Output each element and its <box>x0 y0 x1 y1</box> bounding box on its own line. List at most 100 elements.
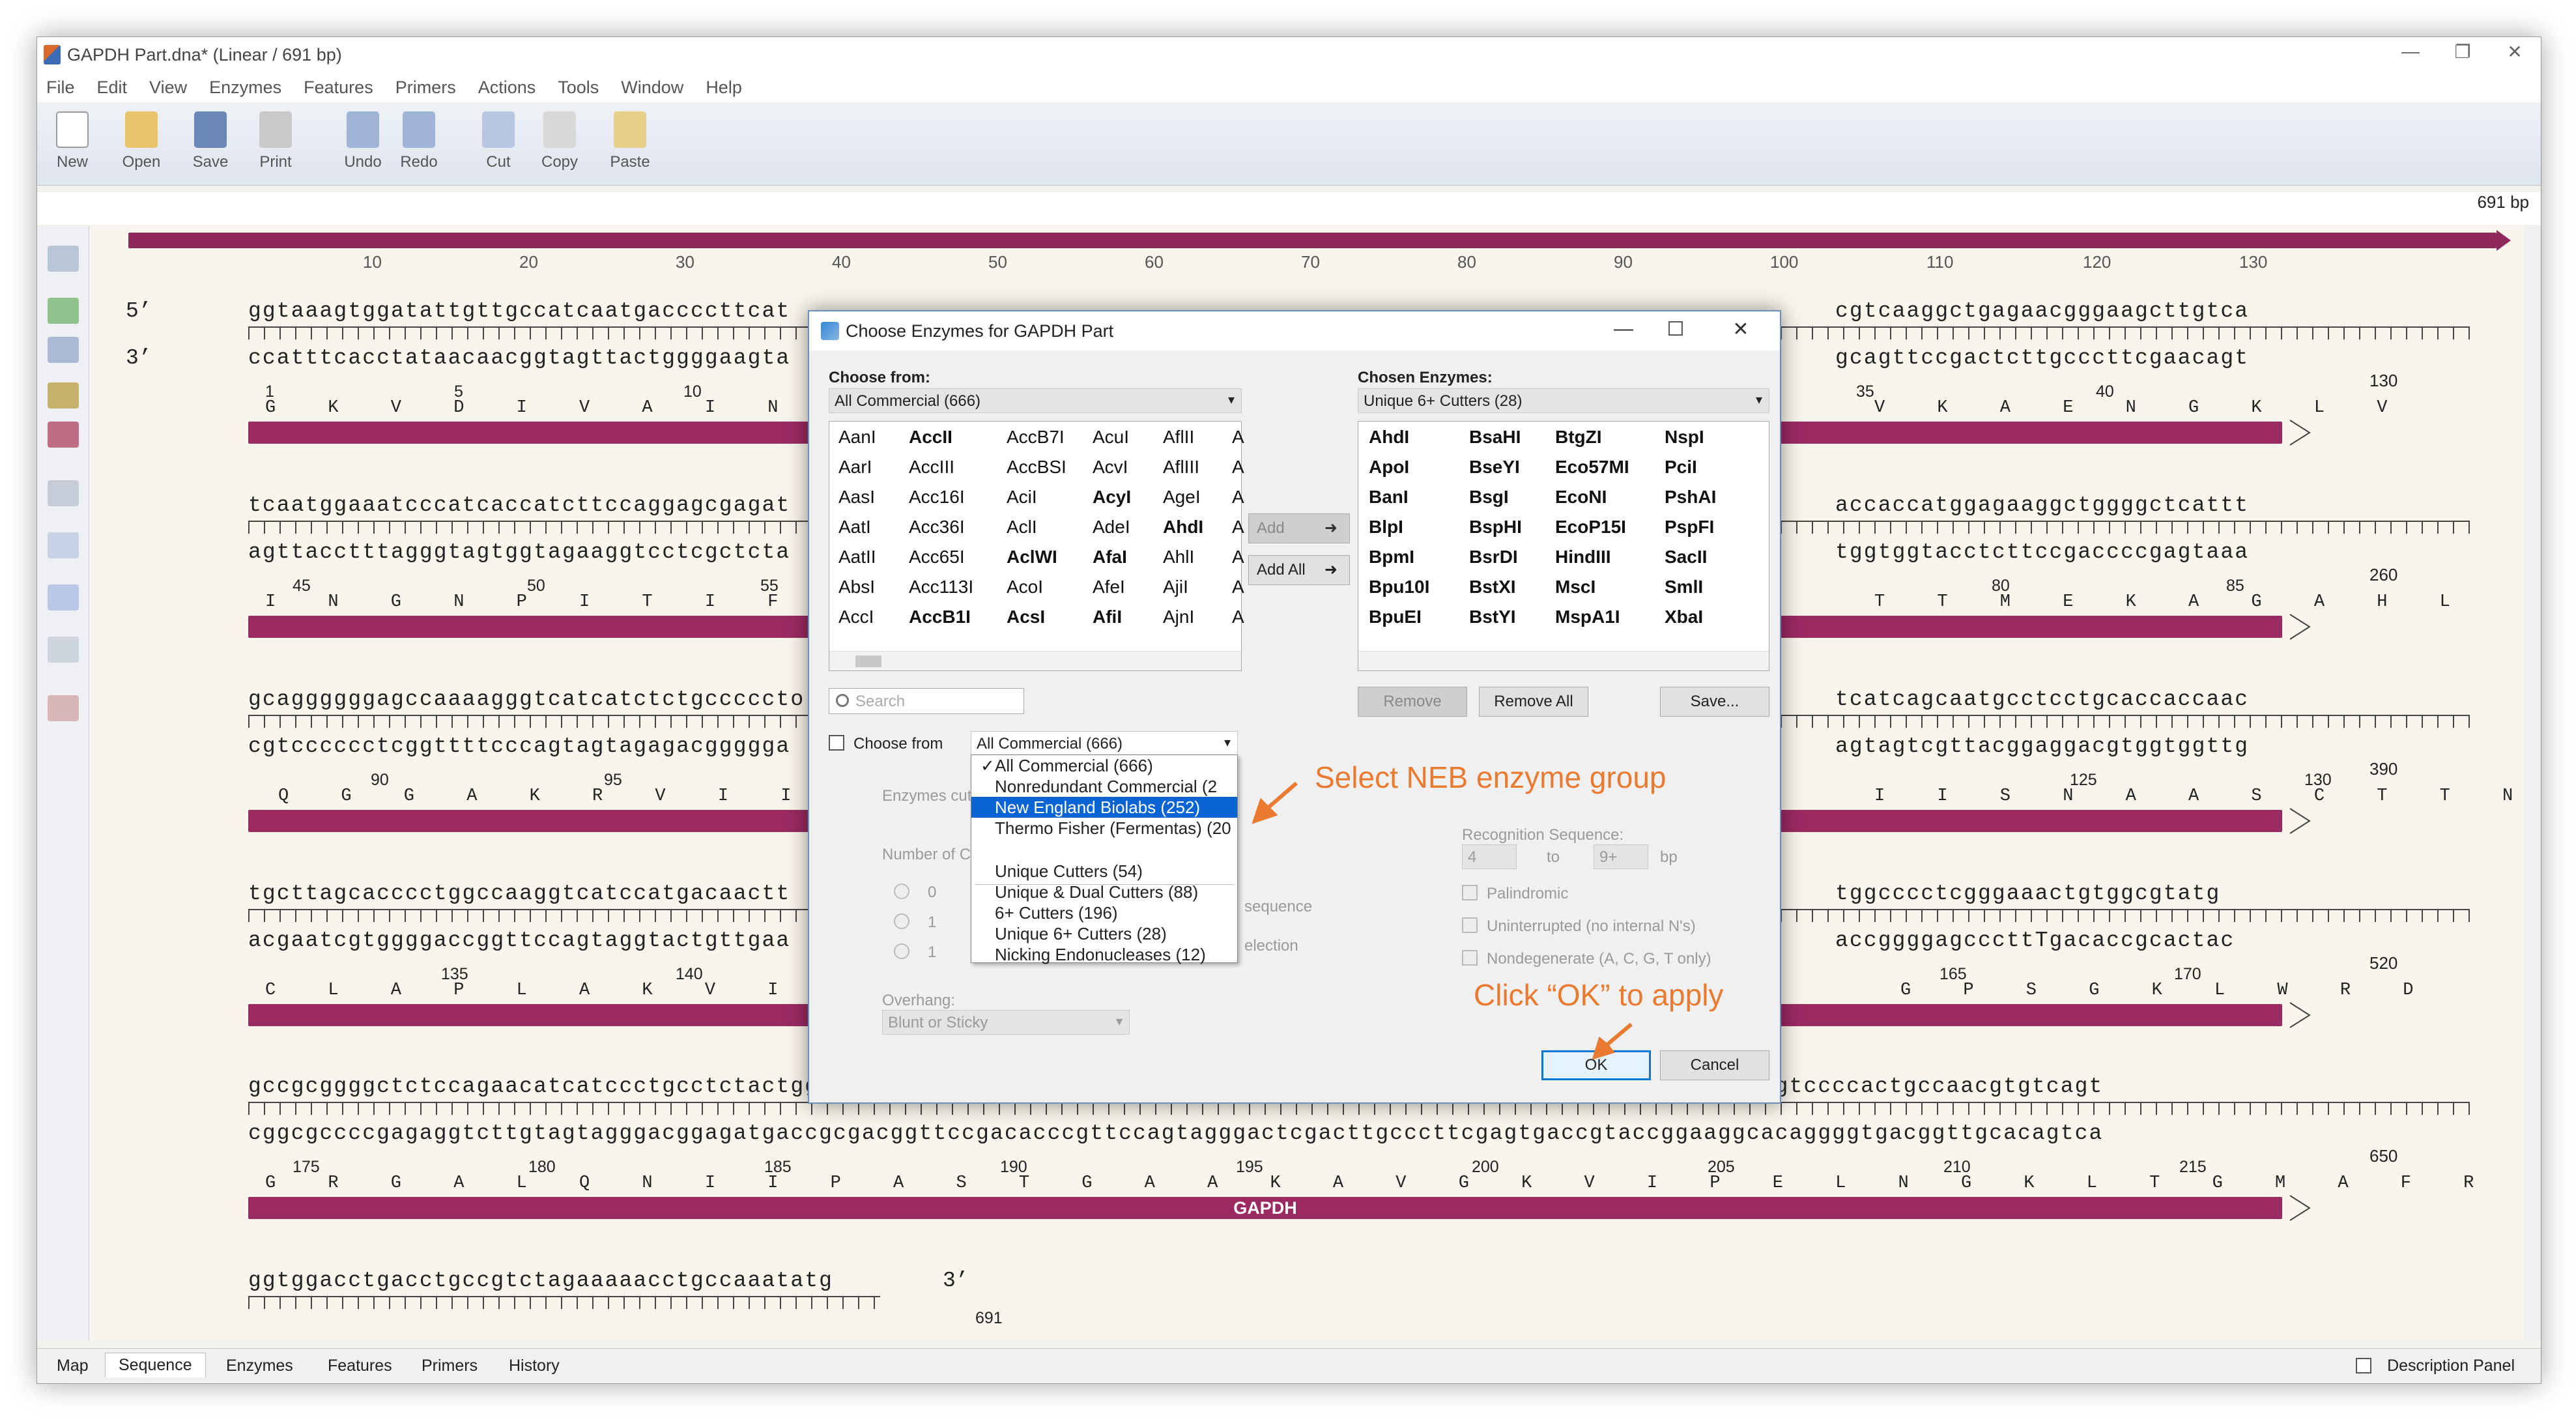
new-button[interactable]: New <box>46 111 98 171</box>
enzyme-item[interactable]: AccIII <box>909 457 954 478</box>
seq-bot-1[interactable]: ccatttcacctataacaacggtagttactggggaagta <box>248 346 790 370</box>
enzyme-item[interactable]: AcuI <box>1093 427 1129 448</box>
ruler-tool-icon[interactable] <box>48 480 79 506</box>
print-button[interactable]: Print <box>250 111 302 171</box>
enzyme-group-option[interactable]: 6+ Cutters (196) <box>971 902 1237 923</box>
tab-sequence[interactable]: Sequence <box>105 1353 206 1377</box>
enzyme-item[interactable]: AhdI <box>1163 517 1203 538</box>
seq-bot-3b[interactable]: agtagtcgttacggaggacgtggtggttg <box>1835 734 2249 758</box>
dialog-maximize-icon[interactable]: ☐ <box>1656 318 1695 341</box>
enzyme-item[interactable]: AbsI <box>838 577 875 597</box>
choose-from-dropdown[interactable]: All Commercial (666) ▾ <box>829 388 1242 413</box>
chosen-set-dropdown[interactable]: Unique 6+ Cutters (28) ▾ <box>1358 388 1769 413</box>
enzyme-group-option[interactable]: Nicking Endonucleases (12) <box>971 944 1237 965</box>
enzyme-group-option[interactable]: Unique Cutters (54) <box>971 861 1237 882</box>
chosen-enzyme-item[interactable]: EcoNI <box>1555 487 1607 508</box>
enzyme-group-option[interactable]: Nonredundant Commercial (2 <box>971 776 1237 797</box>
cancel-button[interactable]: Cancel <box>1660 1050 1769 1080</box>
uninterrupted-checkbox[interactable] <box>1462 917 1478 933</box>
choose-from-group-dropdown[interactable]: All Commercial (666) ▾ <box>971 731 1238 756</box>
enzyme-item[interactable]: AhlI <box>1163 547 1194 568</box>
tab-history[interactable]: History <box>496 1354 573 1379</box>
enzyme-item[interactable]: A <box>1232 607 1244 627</box>
seq-bot-4[interactable]: acgaatcgtggggaccggttccagtaggtactgttgaa <box>248 928 790 953</box>
chosen-enzyme-item[interactable]: NspI <box>1665 427 1704 448</box>
palindromic-checkbox[interactable] <box>1462 885 1478 900</box>
chosen-enzyme-item[interactable]: Eco57MI <box>1555 457 1629 478</box>
orf-tool-icon[interactable] <box>48 246 79 272</box>
map-overview-bar[interactable] <box>128 230 2511 251</box>
enzyme-item[interactable]: A <box>1232 577 1244 597</box>
chosen-enzyme-item[interactable]: BsgI <box>1469 487 1509 508</box>
enzyme-group-option[interactable]: New England Biolabs (252) <box>971 797 1237 818</box>
enzyme-item[interactable]: A <box>1232 487 1244 508</box>
seq-top-2[interactable]: tcaatggaaatcccatcaccatcttccaggagcgagat <box>248 493 790 517</box>
horizontal-scrollbar[interactable] <box>829 651 1241 670</box>
chosen-enzyme-item[interactable]: MspA1I <box>1555 607 1620 627</box>
enzyme-item[interactable]: AcoI <box>1007 577 1043 597</box>
chosen-enzyme-item[interactable]: SacII <box>1665 547 1707 568</box>
codon-tool-icon[interactable] <box>48 695 79 721</box>
nondegenerate-checkbox[interactable] <box>1462 950 1478 966</box>
seq-top-3[interactable]: gcaggggggagccaaaagggtcatcatctctgcccccto <box>248 687 805 712</box>
chosen-enzyme-item[interactable]: BstYI <box>1469 607 1516 627</box>
chosen-enzyme-item[interactable]: MscI <box>1555 577 1596 597</box>
enzyme-item[interactable]: A <box>1232 457 1244 478</box>
chosen-enzyme-item[interactable]: PspFI <box>1665 517 1714 538</box>
enzyme-item[interactable]: AfiI <box>1093 607 1122 627</box>
enzyme-group-menu[interactable]: ✓ All Commercial (666) Nonredundant Commer… <box>971 755 1238 965</box>
description-panel-checkbox[interactable] <box>2356 1358 2371 1373</box>
enzyme-group-option[interactable]: Unique 6+ Cutters (28) <box>971 923 1237 944</box>
recog-max-dropdown[interactable]: 9+ <box>1594 844 1648 869</box>
enzyme-item[interactable]: AatI <box>838 517 871 538</box>
seq-bot-5[interactable]: cggcgccccgagaggtcttgtagtagggacggagatgacc… <box>248 1121 2103 1145</box>
undo-button[interactable]: Undo <box>337 111 389 171</box>
enzyme-item[interactable]: AasI <box>838 487 875 508</box>
save-button[interactable]: Save <box>184 111 236 171</box>
enzyme-item[interactable]: AfaI <box>1093 547 1127 568</box>
enzyme-item[interactable]: AflII <box>1163 427 1194 448</box>
chosen-enzyme-item[interactable]: BstXI <box>1469 577 1516 597</box>
cuts-radio-2[interactable] <box>894 943 909 959</box>
enzyme-item[interactable]: Acc36I <box>909 517 965 538</box>
chosen-enzymes-list[interactable]: AhdI BsaHI BtgZI NspI ApoI BseYI Eco57MI PciI Ba… <box>1358 421 1769 671</box>
enzyme-item[interactable]: AdeI <box>1093 517 1130 538</box>
enzyme-item[interactable]: AciI <box>1007 487 1037 508</box>
remove-all-button[interactable]: Remove All <box>1479 687 1588 717</box>
enzyme-group-option[interactable]: ✓ All Commercial (666) <box>971 755 1237 776</box>
enzyme-item[interactable]: AatII <box>838 547 876 568</box>
add-all-button[interactable]: Add All ➜ <box>1248 555 1350 585</box>
seq-top-4[interactable]: tgcttagcacccctggccaaggtcatccatgacaactt <box>248 882 790 906</box>
chosen-enzyme-item[interactable]: BanI <box>1369 487 1409 508</box>
chosen-enzyme-item[interactable]: PciI <box>1665 457 1697 478</box>
cut-button[interactable]: Cut <box>472 111 524 171</box>
close-icon[interactable]: ✕ <box>2495 41 2534 63</box>
amino-tool-icon[interactable] <box>48 584 79 611</box>
menu-edit[interactable]: Edit <box>97 78 128 98</box>
chosen-enzyme-item[interactable]: SmlI <box>1665 577 1703 597</box>
enzyme-group-option[interactable]: Unique & Dual Cutters (88) <box>971 882 1237 902</box>
seq-bot-4b[interactable]: accggggagcccttTgacaccgcactac <box>1835 928 2235 953</box>
tab-map[interactable]: Map <box>44 1354 102 1379</box>
seq-top-1[interactable]: ggtaaagtggatattgttgccatcaatgaccccttcat <box>248 299 790 323</box>
enzyme-item[interactable]: AanI <box>838 427 876 448</box>
chosen-enzyme-item[interactable]: ApoI <box>1369 457 1409 478</box>
dialog-close-icon[interactable]: ✕ <box>1721 318 1760 341</box>
enzyme-item[interactable]: Acc16I <box>909 487 965 508</box>
enzyme-item[interactable]: AccB7I <box>1007 427 1065 448</box>
seq-top-2b[interactable]: accaccatggagaaggctggggctcattt <box>1835 493 2249 517</box>
chosen-enzyme-item[interactable]: BsrDI <box>1469 547 1518 568</box>
seq-top-4b[interactable]: tggcccctcgggaaactgtggcgtatg <box>1835 882 2220 906</box>
remove-button[interactable]: Remove <box>1358 687 1467 717</box>
swap-tool-icon[interactable] <box>48 382 79 409</box>
chosen-enzyme-item[interactable]: BpuEI <box>1369 607 1422 627</box>
chosen-enzyme-item[interactable]: EcoP15I <box>1555 517 1626 538</box>
minimize-icon[interactable]: — <box>2391 41 2430 62</box>
menu-file[interactable]: File <box>46 78 75 98</box>
menu-view[interactable]: View <box>149 78 187 98</box>
enzyme-item[interactable]: AjiI <box>1163 577 1188 597</box>
overhang-dropdown[interactable]: Blunt or Sticky ▾ <box>882 1010 1130 1035</box>
menu-actions[interactable]: Actions <box>478 78 536 98</box>
horizontal-scrollbar[interactable] <box>1358 651 1769 670</box>
tab-enzymes[interactable]: Enzymes <box>213 1354 306 1379</box>
